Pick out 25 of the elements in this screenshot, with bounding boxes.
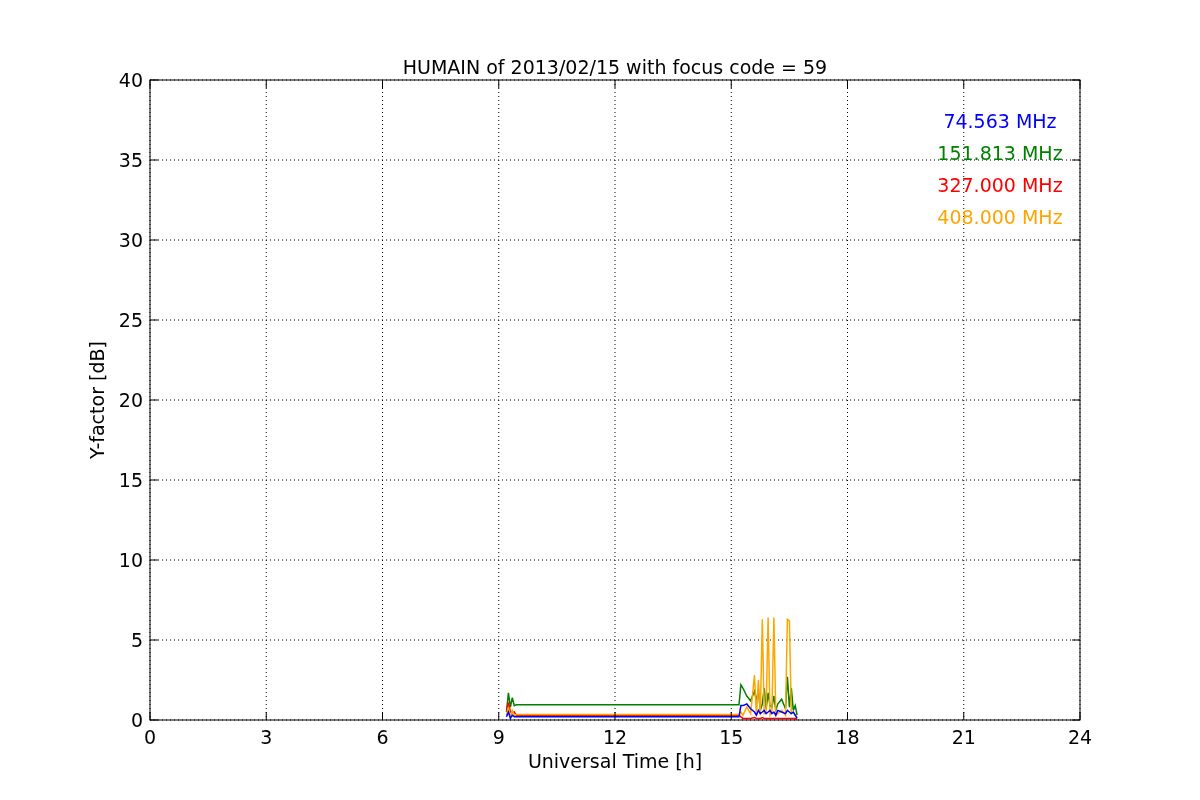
x-tick-label: 0 [143,726,157,748]
legend-label: 74.563 MHz [943,110,1057,132]
y-axis-label: Y-factor [dB] [86,341,108,459]
x-tick-label: 21 [951,726,976,748]
legend-label: 327.000 MHz [937,174,1063,196]
y-tick-label: 30 [118,229,143,251]
legend-label: 408.000 MHz [937,206,1063,228]
legend-label: 151.813 MHz [937,142,1063,164]
y-tick-label: 35 [118,149,143,171]
y-tick-label: 15 [118,469,143,491]
y-tick-label: 0 [130,709,143,731]
y-tick-label: 5 [130,629,143,651]
y-tick-label: 20 [118,389,143,411]
y-tick-label: 25 [118,309,143,331]
x-tick-label: 18 [835,726,860,748]
x-tick-label: 6 [376,726,389,748]
x-tick-label: 9 [492,726,505,748]
x-tick-label: 15 [719,726,744,748]
x-axis-label: Universal Time [h] [527,750,703,772]
x-tick-label: 3 [260,726,273,748]
x-tick-label: 12 [602,726,628,748]
chart-title: HUMAIN of 2013/02/15 with focus code = 59 [402,56,828,78]
y-tick-label: 10 [118,549,143,571]
y-tick-label: 40 [118,69,143,91]
x-tick-label: 24 [1067,726,1093,748]
